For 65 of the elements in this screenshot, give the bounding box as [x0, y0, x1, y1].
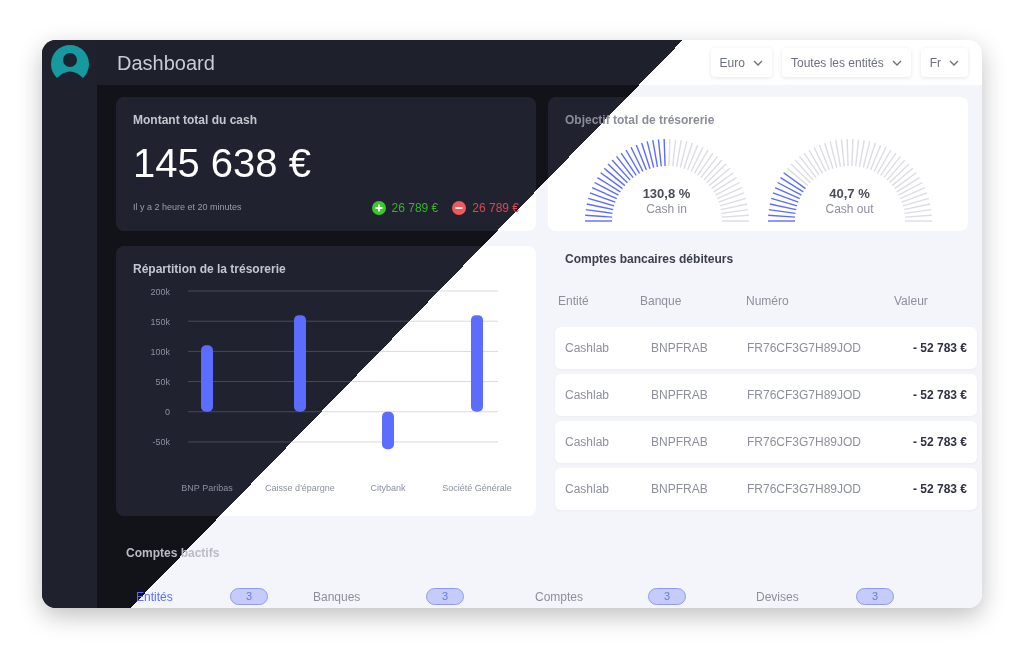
plus-icon — [371, 201, 386, 215]
table-cell-text: BNPFRAB — [651, 481, 709, 498]
column-header: Entité — [558, 293, 590, 310]
tab[interactable]: Banques — [313, 588, 361, 606]
column-header: Valeur — [894, 293, 929, 310]
page-title: Dashboard — [117, 50, 215, 76]
section-title: Comptes bactifs — [126, 545, 220, 562]
table-row[interactable]: Cashlab BNPFRAB FR76CF3G7H89JOD - 52 783 € — [555, 327, 977, 369]
axis-label: 100k — [150, 346, 170, 357]
gauge-label: Cash out — [825, 202, 874, 217]
column-header: Banque — [640, 293, 683, 310]
table-cell-text: BNPFRAB — [651, 387, 709, 404]
table-cell-text: FR76CF3G7H89JOD — [747, 434, 863, 451]
table-cell-text: - 52 783 € — [912, 434, 967, 451]
section-title: Comptes bancaires débiteurs — [565, 251, 734, 268]
axis-label: 150k — [150, 316, 170, 327]
gauge-value: 40,7 % — [829, 185, 870, 202]
tab[interactable]: Devises — [756, 588, 799, 606]
table-cell-text: - 52 783 € — [912, 340, 967, 357]
update-time: Il y a 2 heure et 20 minutes — [133, 201, 242, 215]
dropdown[interactable]: Euro — [710, 48, 772, 77]
table-cell-text: BNPFRAB — [651, 434, 709, 451]
inflow-amount: 26 789 € — [391, 200, 439, 217]
category-label: BNP Paribas — [181, 483, 233, 493]
card-title: Montant total du cash — [133, 112, 257, 129]
category-label: Société Générale — [442, 483, 512, 493]
table-cell-text: Cashlab — [565, 340, 611, 357]
tab[interactable]: Comptes — [535, 588, 584, 606]
table-cell-text: - 52 783 € — [912, 481, 967, 498]
table-cell-text: FR76CF3G7H89JOD — [747, 340, 863, 357]
chevron-down-icon — [891, 59, 902, 66]
outflow-amount: 26 789 € — [472, 200, 519, 217]
count-badge: 3 — [230, 587, 268, 605]
gauge-label: Cash in — [646, 202, 687, 217]
gauge-value: 130,8 % — [642, 185, 691, 202]
count-badge: 3 — [856, 587, 894, 605]
table-row[interactable]: Cashlab BNPFRAB FR76CF3G7H89JOD - 52 783 € — [555, 468, 977, 510]
table-cell-text: FR76CF3G7H89JOD — [747, 387, 863, 404]
chevron-down-icon — [949, 59, 959, 66]
table-row[interactable]: Cashlab BNPFRAB FR76CF3G7H89JOD - 52 783 € — [555, 374, 977, 416]
table-row[interactable]: Cashlab BNPFRAB FR76CF3G7H89JOD - 52 783 € — [555, 421, 977, 463]
table-cell-text: Cashlab — [565, 387, 611, 404]
bar — [382, 411, 394, 450]
dropdown[interactable]: Toutes les entités — [781, 48, 911, 77]
axis-label: -50k — [152, 437, 170, 448]
axis-label: 0 — [165, 407, 170, 418]
bar — [201, 345, 213, 412]
table-cell-text: Cashlab — [565, 434, 611, 451]
table-cell-text: - 52 783 € — [912, 387, 967, 404]
cash-amount: 145 638 € — [133, 143, 311, 183]
count-badge: 3 — [648, 587, 686, 605]
dropdown[interactable]: Fr — [920, 48, 968, 77]
table-cell-text: BNPFRAB — [651, 340, 709, 357]
table-cell-text: Cashlab — [565, 481, 611, 498]
table-cell-text: FR76CF3G7H89JOD — [747, 481, 863, 498]
minus-icon — [452, 201, 467, 215]
avatar-icon[interactable] — [50, 45, 89, 83]
axis-label: 50k — [155, 377, 170, 388]
count-badge: 3 — [426, 587, 464, 605]
axis-label: 200k — [150, 287, 170, 297]
column-header: Numéro — [746, 293, 790, 310]
category-label: Citybank — [370, 483, 406, 493]
card-title: Répartition de la trésorerie — [133, 261, 286, 278]
category-label: Caisse d'épargne — [265, 483, 335, 493]
chevron-down-icon — [752, 59, 763, 66]
